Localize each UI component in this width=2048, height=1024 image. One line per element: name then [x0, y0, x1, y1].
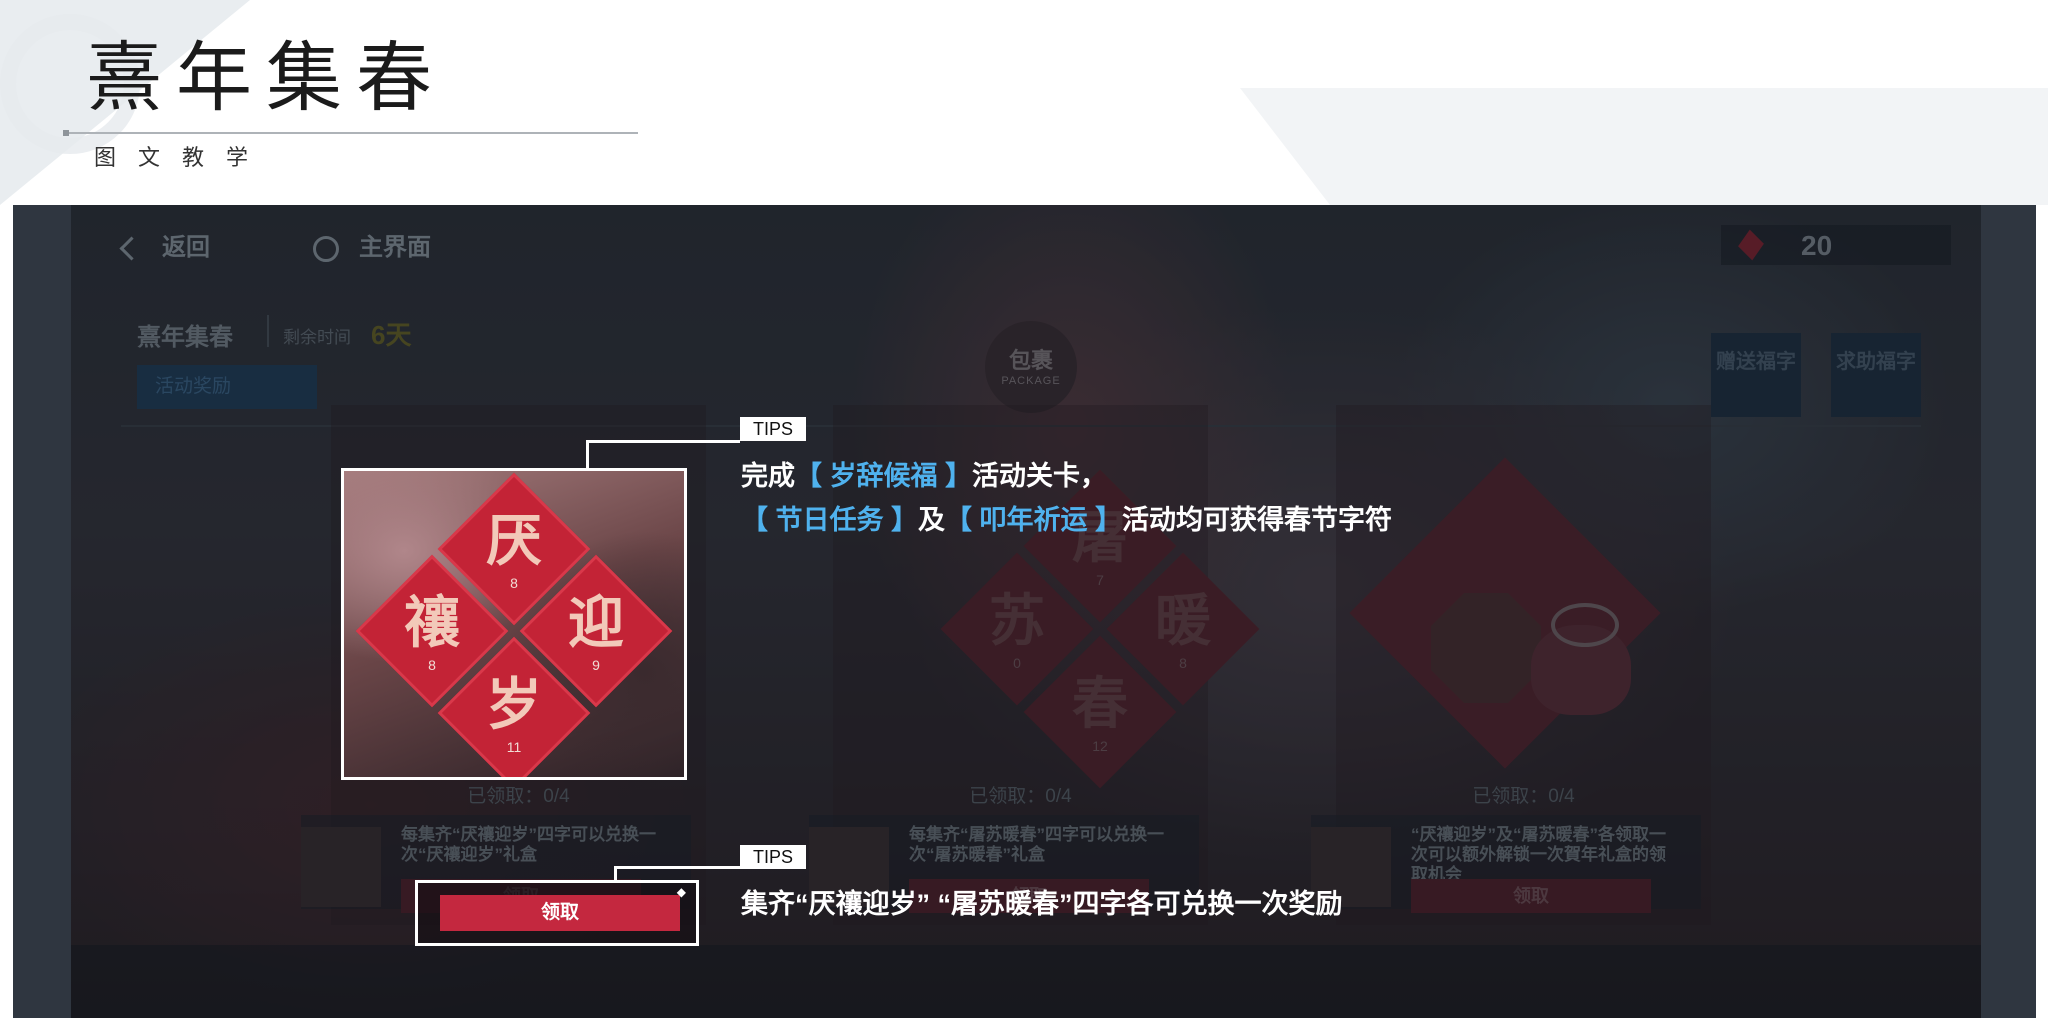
tip-text-plain: 活动关卡， — [972, 461, 1108, 491]
tip-highlight: 【 叩年祈运 】 — [945, 505, 1123, 535]
title-rule-dot — [63, 130, 69, 136]
highlight-fu-set: 厌 8 禳 8 迎 9 岁 11 — [341, 468, 687, 780]
decor-band — [1240, 88, 2048, 205]
tips-tag: TIPS — [740, 417, 806, 441]
claim-button[interactable]: 领取 — [440, 895, 680, 931]
highlight-claim: 领取 ◆ — [415, 880, 699, 946]
tip-text-plain: 活动均可获得春节字符 — [1122, 505, 1393, 535]
page-subtitle: 图文教学 — [94, 145, 271, 170]
fu-tile-bottom[interactable]: 岁 11 — [437, 636, 591, 777]
fu-count: 11 — [506, 739, 522, 755]
sparkle-icon: ◆ — [676, 885, 686, 899]
tip-line-2: 【 节日任务 】及【 叩年祈运 】活动均可获得春节字符 — [741, 498, 1392, 537]
title-rule — [64, 132, 638, 134]
callout-leader-horizontal — [586, 440, 740, 443]
callout-leader-vertical — [586, 440, 589, 468]
tip-text-plain: 完成 — [741, 461, 795, 491]
callout-leader-horizontal — [614, 866, 740, 869]
tip-text-plain: 及 — [918, 505, 946, 535]
tip-highlight: 【 岁辞候福 】 — [795, 461, 973, 491]
tips-tag: TIPS — [740, 845, 806, 869]
tip-highlight: 【 节日任务 】 — [741, 505, 919, 535]
page-title: 熹年集春 — [86, 33, 446, 122]
tip-line-3: 集齐“厌禳迎岁” “屠苏暖春”四字各可兑换一次奖励 — [741, 889, 1343, 919]
tip-line-1: 完成【 岁辞候福 】活动关卡， — [741, 454, 1107, 493]
